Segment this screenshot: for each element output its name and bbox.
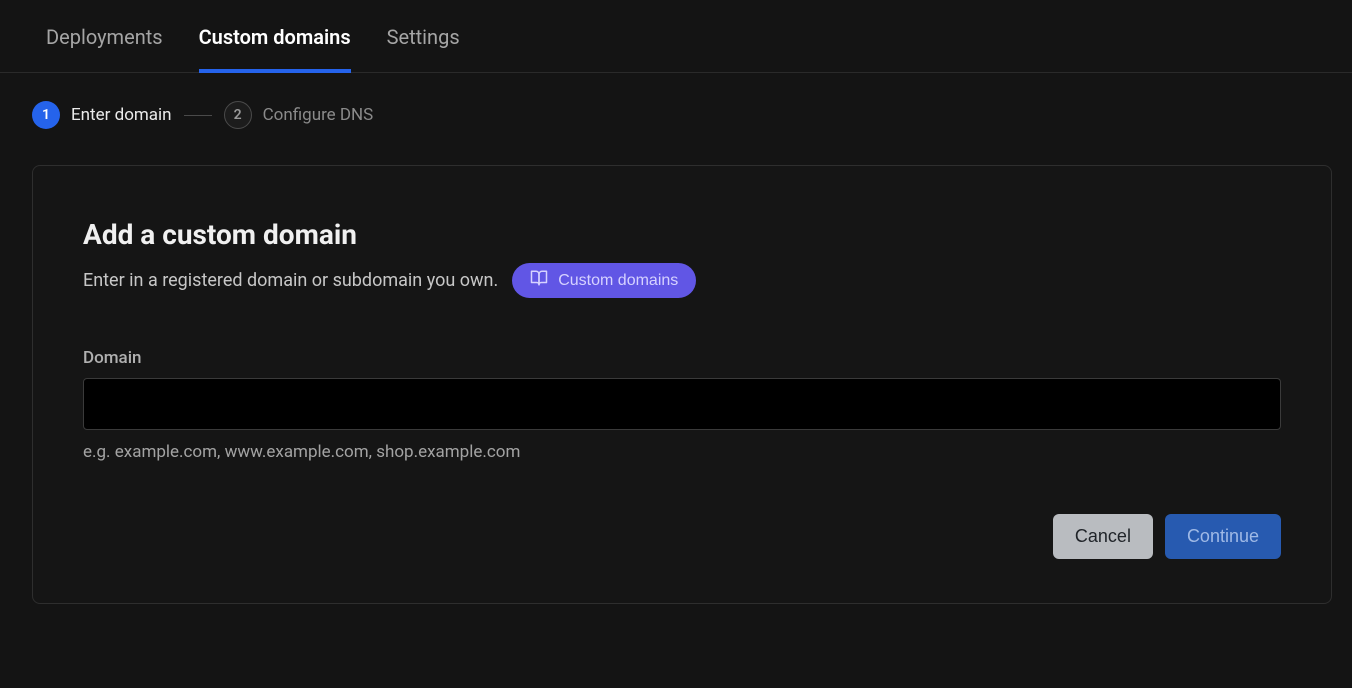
step-enter-domain: 1 Enter domain [32,101,172,129]
step-1-badge: 1 [32,101,60,129]
tab-deployments[interactable]: Deployments [46,25,163,73]
domain-input[interactable] [83,378,1281,430]
content-area: 1 Enter domain 2 Configure DNS Add a cus… [0,73,1352,604]
card-subtitle: Enter in a registered domain or subdomai… [83,270,498,291]
docs-custom-domains-button[interactable]: Custom domains [512,263,696,298]
tab-settings[interactable]: Settings [387,25,460,73]
step-2-label: Configure DNS [263,105,374,125]
stepper: 1 Enter domain 2 Configure DNS [32,101,1332,129]
tabs-nav: Deployments Custom domains Settings [0,0,1352,73]
step-configure-dns: 2 Configure DNS [224,101,374,129]
tab-custom-domains[interactable]: Custom domains [199,25,351,73]
book-icon [530,269,548,292]
domain-hint: e.g. example.com, www.example.com, shop.… [83,442,1281,462]
step-divider [184,115,212,116]
card-subtitle-row: Enter in a registered domain or subdomai… [83,263,1281,298]
card-title: Add a custom domain [83,218,1281,251]
domain-field-label: Domain [83,348,1281,368]
docs-link-label: Custom domains [558,272,678,290]
step-1-label: Enter domain [71,105,172,125]
cancel-button[interactable]: Cancel [1053,514,1153,559]
button-row: Cancel Continue [83,514,1281,559]
add-domain-card: Add a custom domain Enter in a registere… [32,165,1332,604]
step-2-badge: 2 [224,101,252,129]
continue-button[interactable]: Continue [1165,514,1281,559]
